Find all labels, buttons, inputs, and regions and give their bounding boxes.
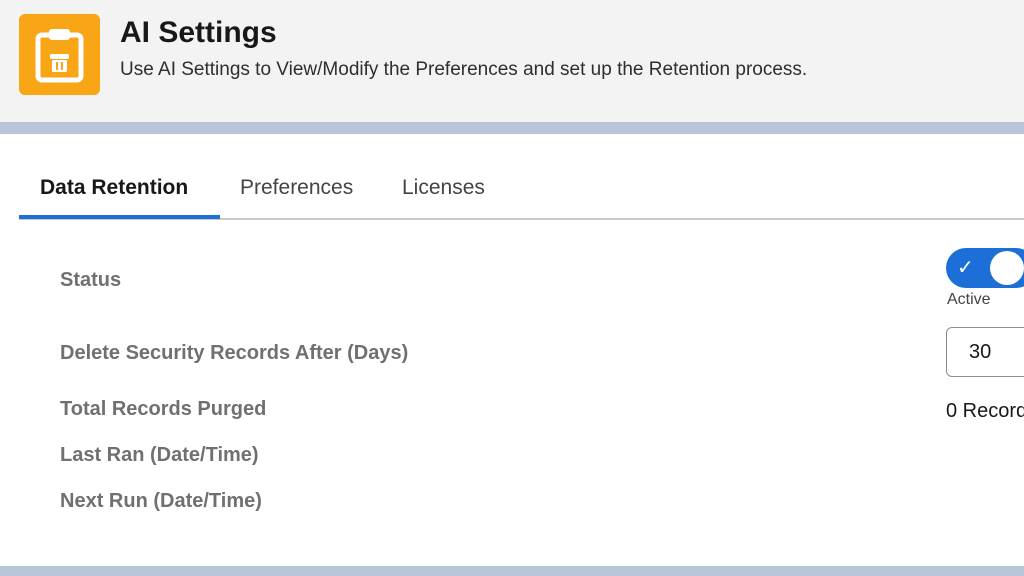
toggle-knob xyxy=(990,251,1024,285)
header-divider xyxy=(0,122,1024,134)
active-tab-indicator xyxy=(19,215,220,219)
total-purged-value: 0 Records xyxy=(946,400,1024,422)
status-toggle-caption: Active xyxy=(947,291,991,308)
page-title: AI Settings xyxy=(120,16,277,49)
total-purged-label: Total Records Purged xyxy=(60,398,267,420)
status-toggle[interactable]: ✓ xyxy=(946,248,1024,288)
last-run-label: Last Ran (Date/Time) xyxy=(60,444,259,466)
page-header: AI Settings Use AI Settings to View/Modi… xyxy=(0,0,1024,122)
footer-band xyxy=(0,566,1024,576)
tab-bar: Data Retention Preferences Licenses xyxy=(19,134,1024,220)
page-subtitle: Use AI Settings to View/Modify the Prefe… xyxy=(120,59,808,80)
status-label: Status xyxy=(60,269,122,291)
tab-data-retention[interactable]: Data Retention xyxy=(40,176,188,200)
next-run-label: Next Run (Date/Time) xyxy=(60,490,262,512)
tab-preferences[interactable]: Preferences xyxy=(240,176,353,200)
settings-card: Data Retention Preferences Licenses Stat… xyxy=(0,134,1024,566)
clipboard-trash-icon xyxy=(19,14,100,95)
tab-licenses[interactable]: Licenses xyxy=(402,176,485,200)
delete-after-days-input[interactable] xyxy=(946,327,1024,377)
check-icon: ✓ xyxy=(957,257,974,279)
delete-after-label: Delete Security Records After (Days) xyxy=(60,342,409,364)
